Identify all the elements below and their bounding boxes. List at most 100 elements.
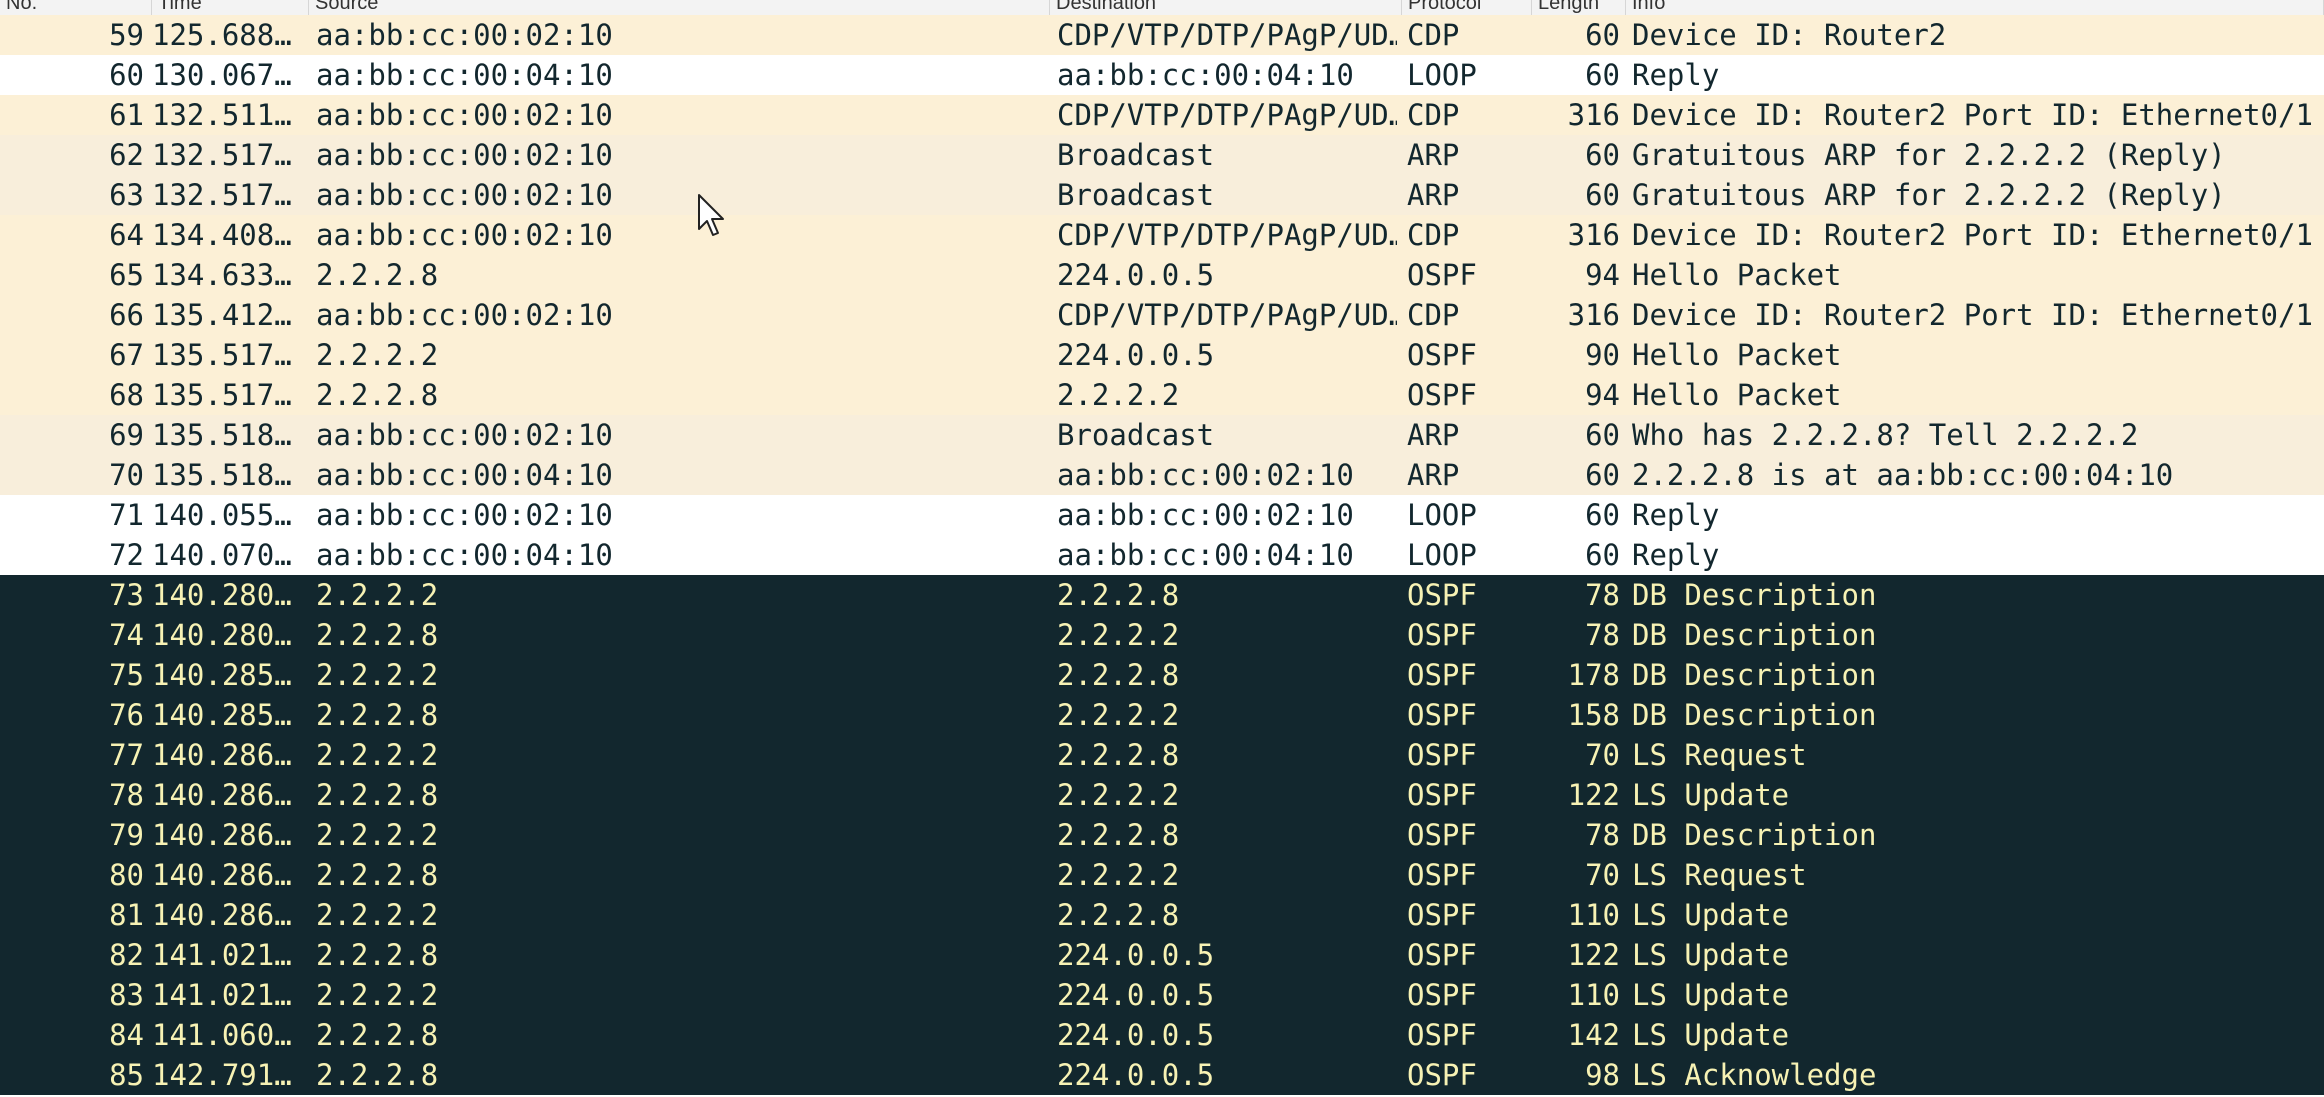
packet-destination: 2.2.2.2 [1057, 858, 1180, 892]
packet-info: Who has 2.2.2.8? Tell 2.2.2.2 [1632, 418, 2139, 452]
packet-time: 135.412… [152, 298, 292, 332]
packet-row[interactable]: 64 134.408… aa:bb:cc:00:02:10 CDP/VTP/DTP/P… [0, 215, 2324, 255]
packet-list-pane[interactable]: No. Time Source Destination Protocol Len… [0, 0, 2324, 1097]
packet-time: 140.055… [152, 498, 292, 532]
packet-time: 140.286… [152, 898, 292, 932]
packet-source: aa:bb:cc:00:02:10 [316, 178, 613, 212]
column-header-protocol[interactable]: Protocol [1402, 0, 1532, 15]
packet-row[interactable]: 70 135.518… aa:bb:cc:00:04:10 aa:bb:cc:00:0… [0, 455, 2324, 495]
packet-number: 67 [109, 338, 144, 372]
packet-info: DB Description [1632, 618, 1877, 652]
packet-row[interactable]: 83 141.021… 2.2.2.2 224.0.0.5 OSPF 110 LS Upda… [0, 975, 2324, 1015]
packet-row[interactable]: 66 135.412… aa:bb:cc:00:02:10 CDP/VTP/DTP/P… [0, 295, 2324, 335]
packet-source: 2.2.2.2 [316, 978, 439, 1012]
packet-destination: aa:bb:cc:00:04:10 [1057, 58, 1354, 92]
packet-source: 2.2.2.2 [316, 338, 439, 372]
packet-row[interactable]: 77 140.286… 2.2.2.2 2.2.2.8 OSPF 70 LS Request [0, 735, 2324, 775]
packet-time: 140.286… [152, 738, 292, 772]
packet-row[interactable]: 82 141.021… 2.2.2.8 224.0.0.5 OSPF 122 LS Upda… [0, 935, 2324, 975]
packet-row[interactable]: 84 141.060… 2.2.2.8 224.0.0.5 OSPF 142 LS Upda… [0, 1015, 2324, 1055]
packet-row[interactable]: 81 140.286… 2.2.2.2 2.2.2.8 OSPF 110 LS Update [0, 895, 2324, 935]
packet-info: Hello Packet [1632, 258, 1842, 292]
packet-source: 2.2.2.2 [316, 658, 439, 692]
packet-time: 141.060… [152, 1018, 292, 1052]
packet-destination: 224.0.0.5 [1057, 338, 1215, 372]
packet-number: 83 [109, 978, 144, 1012]
packet-destination: CDP/VTP/DTP/PAgP/UD… [1057, 218, 1397, 252]
column-header-no[interactable]: No. [0, 0, 152, 15]
packet-length: 70 [1585, 858, 1620, 892]
column-header-length[interactable]: Length [1532, 0, 1626, 15]
packet-row[interactable]: 65 134.633… 2.2.2.8 224.0.0.5 OSPF 94 Hello Pa… [0, 255, 2324, 295]
packet-destination: 2.2.2.2 [1057, 378, 1180, 412]
packet-row[interactable]: 73 140.280… 2.2.2.2 2.2.2.8 OSPF 78 DB Descrip… [0, 575, 2324, 615]
packet-number: 74 [109, 618, 144, 652]
packet-time: 140.286… [152, 818, 292, 852]
packet-length: 78 [1585, 818, 1620, 852]
packet-info: Hello Packet [1632, 378, 1842, 412]
packet-source: 2.2.2.8 [316, 698, 439, 732]
packet-row[interactable]: 60 130.067… aa:bb:cc:00:04:10 aa:bb:cc:00:0… [0, 55, 2324, 95]
packet-length: 60 [1585, 418, 1620, 452]
column-header-destination[interactable]: Destination [1050, 0, 1402, 15]
column-header-info[interactable]: Info [1626, 0, 2324, 15]
packet-destination: Broadcast [1057, 418, 1215, 452]
packet-destination: 2.2.2.8 [1057, 578, 1180, 612]
packet-info: LS Update [1632, 1018, 1790, 1052]
packet-row[interactable]: 61 132.511… aa:bb:cc:00:02:10 CDP/VTP/DTP/P… [0, 95, 2324, 135]
packet-row[interactable]: 85 142.791… 2.2.2.8 224.0.0.5 OSPF 98 LS Ackno… [0, 1055, 2324, 1095]
packet-destination: CDP/VTP/DTP/PAgP/UD… [1057, 98, 1397, 132]
packet-number: 73 [109, 578, 144, 612]
packet-number: 82 [109, 938, 144, 972]
packet-row[interactable]: 59 125.688… aa:bb:cc:00:02:10 CDP/VTP/DTP/P… [0, 15, 2324, 55]
packet-row[interactable]: 69 135.518… aa:bb:cc:00:02:10 Broadcast ARP 6… [0, 415, 2324, 455]
packet-row[interactable]: 72 140.070… aa:bb:cc:00:04:10 aa:bb:cc:00:0… [0, 535, 2324, 575]
packet-row[interactable]: 74 140.280… 2.2.2.8 2.2.2.2 OSPF 78 DB Descrip… [0, 615, 2324, 655]
packet-time: 135.518… [152, 418, 292, 452]
packet-row[interactable]: 79 140.286… 2.2.2.2 2.2.2.8 OSPF 78 DB Descrip… [0, 815, 2324, 855]
packet-row[interactable]: 78 140.286… 2.2.2.8 2.2.2.2 OSPF 122 LS Update [0, 775, 2324, 815]
packet-time: 134.633… [152, 258, 292, 292]
packet-destination: 2.2.2.8 [1057, 738, 1180, 772]
packet-number: 70 [109, 458, 144, 492]
packet-row[interactable]: 62 132.517… aa:bb:cc:00:02:10 Broadcast ARP 6… [0, 135, 2324, 175]
packet-list-header: No. Time Source Destination Protocol Len… [0, 0, 2324, 16]
packet-destination: 2.2.2.8 [1057, 658, 1180, 692]
packet-info: Reply [1632, 58, 1720, 92]
packet-time: 140.280… [152, 578, 292, 612]
packet-number: 66 [109, 298, 144, 332]
packet-row[interactable]: 76 140.285… 2.2.2.8 2.2.2.2 OSPF 158 DB Descri… [0, 695, 2324, 735]
packet-length: 60 [1585, 58, 1620, 92]
packet-time: 140.070… [152, 538, 292, 572]
packet-number: 76 [109, 698, 144, 732]
packet-source: 2.2.2.8 [316, 258, 439, 292]
packet-info: Reply [1632, 538, 1720, 572]
packet-number: 79 [109, 818, 144, 852]
column-header-time[interactable]: Time [152, 0, 309, 15]
packet-source: aa:bb:cc:00:02:10 [316, 298, 613, 332]
packet-row[interactable]: 71 140.055… aa:bb:cc:00:02:10 aa:bb:cc:00:0… [0, 495, 2324, 535]
column-header-source[interactable]: Source [309, 0, 1050, 15]
packet-row[interactable]: 68 135.517… 2.2.2.8 2.2.2.2 OSPF 94 Hello Pack… [0, 375, 2324, 415]
packet-source: 2.2.2.2 [316, 818, 439, 852]
packet-info: 2.2.2.8 is at aa:bb:cc:00:04:10 [1632, 458, 2174, 492]
packet-info: Device ID: Router2 [1632, 18, 1947, 52]
packet-destination: 2.2.2.2 [1057, 778, 1180, 812]
packet-number: 81 [109, 898, 144, 932]
packet-info: Gratuitous ARP for 2.2.2.2 (Reply) [1632, 178, 2226, 212]
packet-length: 60 [1585, 538, 1620, 572]
packet-row[interactable]: 67 135.517… 2.2.2.2 224.0.0.5 OSPF 90 Hello Pa… [0, 335, 2324, 375]
packet-length: 110 [1567, 978, 1620, 1012]
packet-time: 132.511… [152, 98, 292, 132]
packet-length: 94 [1585, 258, 1620, 292]
packet-length: 98 [1585, 1058, 1620, 1092]
packet-source: 2.2.2.8 [316, 778, 439, 812]
packet-row[interactable]: 80 140.286… 2.2.2.8 2.2.2.2 OSPF 70 LS Request [0, 855, 2324, 895]
packet-time: 135.517… [152, 338, 292, 372]
packet-row[interactable]: 75 140.285… 2.2.2.2 2.2.2.8 OSPF 178 DB Descri… [0, 655, 2324, 695]
packet-destination: CDP/VTP/DTP/PAgP/UD… [1057, 18, 1397, 52]
packet-source: aa:bb:cc:00:02:10 [316, 18, 613, 52]
packet-destination: 224.0.0.5 [1057, 1018, 1215, 1052]
packet-source: aa:bb:cc:00:04:10 [316, 458, 613, 492]
packet-row[interactable]: 63 132.517… aa:bb:cc:00:02:10 Broadcast ARP 6… [0, 175, 2324, 215]
